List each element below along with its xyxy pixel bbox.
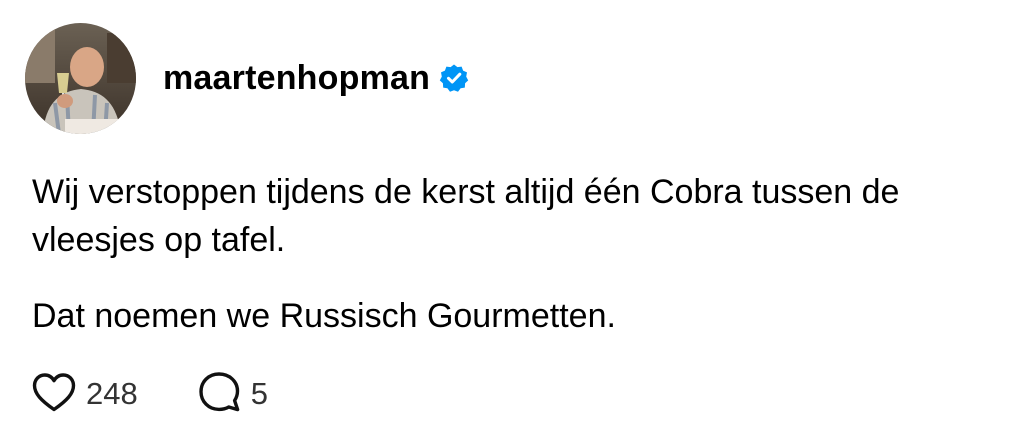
comment-icon bbox=[198, 370, 242, 419]
profile-photo-avatar bbox=[25, 23, 136, 134]
verified-badge-icon bbox=[439, 63, 469, 93]
post-header: maartenhopman bbox=[163, 54, 469, 102]
reply-button[interactable]: 5 bbox=[198, 370, 268, 419]
post-paragraph: Dat noemen we Russisch Gourmetten. bbox=[32, 297, 616, 335]
username-link[interactable]: maartenhopman bbox=[163, 54, 430, 102]
avatar[interactable] bbox=[25, 23, 136, 134]
post-actions: 248 5 bbox=[31, 370, 268, 418]
post-paragraph: Wij verstoppen tijdens de kerst altijd é… bbox=[32, 173, 900, 259]
post-body: Wij verstoppen tijdens de kerst altijd é… bbox=[32, 168, 1002, 340]
heart-icon bbox=[31, 371, 77, 418]
post-card: maartenhopman Wij verstoppen tijdens de … bbox=[0, 0, 1024, 436]
reply-count: 5 bbox=[250, 376, 268, 411]
like-count: 248 bbox=[86, 376, 138, 411]
like-button[interactable]: 248 bbox=[31, 370, 138, 418]
